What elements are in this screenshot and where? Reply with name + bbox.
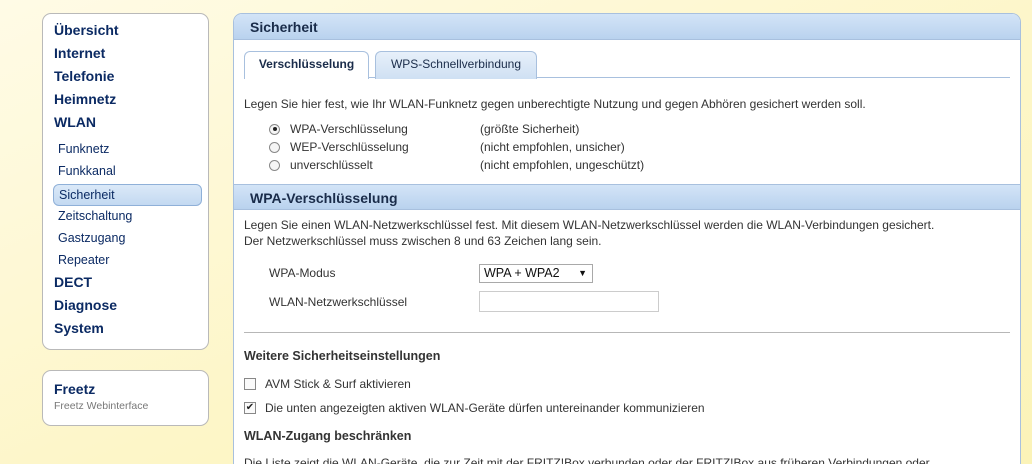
- stick-surf-label: AVM Stick & Surf aktivieren: [265, 377, 411, 391]
- network-key-input[interactable]: [479, 291, 659, 312]
- radio-none[interactable]: [269, 159, 280, 171]
- freetz-title[interactable]: Freetz: [54, 381, 197, 397]
- intercommunication-label: Die unten angezeigten aktiven WLAN-Gerät…: [265, 401, 705, 415]
- encryption-option-wpa[interactable]: WPA-Verschlüsselung (größte Sicherheit): [269, 120, 579, 138]
- wpa-mode-value: WPA + WPA2: [484, 266, 560, 280]
- network-key-label: WLAN-Netzwerkschlüssel: [269, 295, 408, 309]
- tab-verschluesselung[interactable]: Verschlüsselung: [244, 51, 369, 79]
- tab-wps-schnellverbindung[interactable]: WPS-Schnellverbindung: [375, 51, 537, 79]
- intercommunication-option[interactable]: ✔ Die unten angezeigten aktiven WLAN-Ger…: [244, 400, 705, 416]
- radio-none-note: (nicht empfohlen, ungeschützt): [480, 158, 645, 172]
- restrict-access-title: WLAN-Zugang beschränken: [244, 429, 412, 443]
- encryption-option-none[interactable]: unverschlüsselt (nicht empfohlen, ungesc…: [269, 156, 644, 174]
- radio-wep[interactable]: [269, 141, 280, 153]
- sidebar-item-diagnose[interactable]: Diagnose: [43, 296, 208, 319]
- intercommunication-checkbox[interactable]: ✔: [244, 402, 256, 414]
- tab-bar: Verschlüsselung WPS-Schnellverbindung: [244, 51, 1010, 79]
- sidebar-subitem-zeitschaltung[interactable]: Zeitschaltung: [43, 206, 208, 228]
- sidebar-subitem-funknetz[interactable]: Funknetz: [43, 139, 208, 161]
- sidebar-item-telefonie[interactable]: Telefonie: [43, 67, 208, 90]
- wpa-mode-select[interactable]: WPA + WPA2 ▼: [479, 264, 593, 283]
- radio-wpa-note: (größte Sicherheit): [480, 122, 580, 136]
- freetz-box[interactable]: Freetz Freetz Webinterface: [42, 370, 209, 426]
- sidebar-item-internet[interactable]: Internet: [43, 44, 208, 67]
- freetz-subtitle: Freetz Webinterface: [54, 400, 149, 412]
- sidebar-subitem-gastzugang[interactable]: Gastzugang: [43, 228, 208, 250]
- encryption-option-wep[interactable]: WEP-Verschlüsselung (nicht empfohlen, un…: [269, 138, 625, 156]
- radio-wep-label: WEP-Verschlüsselung: [290, 140, 409, 154]
- sidebar-item-uebersicht[interactable]: Übersicht: [43, 21, 208, 44]
- sidebar-subitem-repeater[interactable]: Repeater: [43, 250, 208, 272]
- intro-text: Legen Sie hier fest, wie Ihr WLAN-Funkne…: [244, 97, 866, 111]
- radio-wpa-label: WPA-Verschlüsselung: [290, 122, 408, 136]
- section-divider: [244, 332, 1010, 333]
- sidebar-nav: Übersicht Internet Telefonie Heimnetz WL…: [42, 13, 209, 350]
- wpa-section-title: WPA-Verschlüsselung: [234, 184, 1020, 210]
- stick-surf-option[interactable]: AVM Stick & Surf aktivieren: [244, 376, 411, 392]
- sidebar-item-wlan[interactable]: WLAN: [43, 113, 208, 136]
- radio-wpa[interactable]: [269, 123, 280, 135]
- radio-none-label: unverschlüsselt: [290, 158, 373, 172]
- wpa-description-line2: Der Netzwerkschlüssel muss zwischen 8 un…: [244, 234, 602, 248]
- sidebar-item-heimnetz[interactable]: Heimnetz: [43, 90, 208, 113]
- sidebar-subitem-sicherheit[interactable]: Sicherheit: [53, 183, 202, 206]
- wpa-description-line1: Legen Sie einen WLAN-Netzwerkschlüssel f…: [244, 218, 935, 232]
- sidebar-item-system[interactable]: System: [43, 319, 208, 342]
- main-panel: Sicherheit Verschlüsselung WPS-Schnellve…: [233, 13, 1021, 464]
- sidebar-subitem-funkkanal[interactable]: Funkkanal: [43, 161, 208, 183]
- stick-surf-checkbox[interactable]: [244, 378, 256, 390]
- further-settings-title: Weitere Sicherheitseinstellungen: [244, 349, 441, 363]
- chevron-down-icon: ▼: [578, 268, 587, 278]
- page-title: Sicherheit: [234, 14, 1020, 40]
- radio-wep-note: (nicht empfohlen, unsicher): [480, 140, 625, 154]
- wpa-mode-label: WPA-Modus: [269, 266, 336, 280]
- restrict-access-text: Die Liste zeigt die WLAN-Geräte, die zur…: [244, 456, 930, 464]
- sidebar-item-dect[interactable]: DECT: [43, 273, 208, 296]
